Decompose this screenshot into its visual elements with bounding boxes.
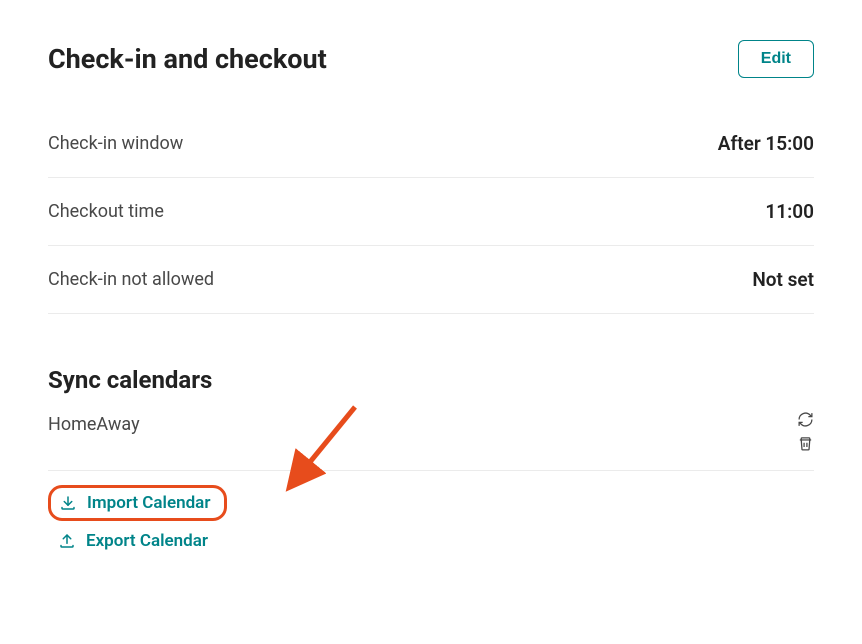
checkin-window-label: Check-in window bbox=[48, 133, 183, 154]
calendar-provider-row: HomeAway bbox=[48, 410, 814, 471]
checkin-window-row: Check-in window After 15:00 bbox=[48, 110, 814, 178]
checkin-not-allowed-value: Not set bbox=[752, 268, 814, 291]
import-calendar-link[interactable]: Import Calendar bbox=[48, 485, 227, 521]
calendar-links: Import Calendar Export Calendar bbox=[48, 485, 814, 557]
export-calendar-label: Export Calendar bbox=[86, 531, 208, 551]
import-icon bbox=[59, 494, 77, 512]
checkin-window-value: After 15:00 bbox=[718, 132, 814, 155]
checkout-time-label: Checkout time bbox=[48, 201, 164, 222]
checkout-time-value: 11:00 bbox=[765, 200, 814, 223]
import-calendar-label: Import Calendar bbox=[87, 493, 210, 513]
calendar-provider-actions bbox=[796, 410, 814, 452]
sync-calendars-section: Sync calendars HomeAway bbox=[48, 366, 814, 557]
checkout-time-row: Checkout time 11:00 bbox=[48, 178, 814, 246]
edit-button[interactable]: Edit bbox=[738, 40, 814, 78]
export-icon bbox=[58, 532, 76, 550]
checkin-section-title: Check-in and checkout bbox=[48, 43, 327, 75]
refresh-icon[interactable] bbox=[796, 410, 814, 428]
calendar-provider-name: HomeAway bbox=[48, 410, 140, 435]
checkin-section-header: Check-in and checkout Edit bbox=[48, 40, 814, 78]
sync-calendars-title: Sync calendars bbox=[48, 366, 814, 394]
checkin-not-allowed-label: Check-in not allowed bbox=[48, 269, 214, 290]
checkin-not-allowed-row: Check-in not allowed Not set bbox=[48, 246, 814, 314]
export-calendar-link[interactable]: Export Calendar bbox=[48, 525, 218, 557]
trash-icon[interactable] bbox=[796, 434, 814, 452]
